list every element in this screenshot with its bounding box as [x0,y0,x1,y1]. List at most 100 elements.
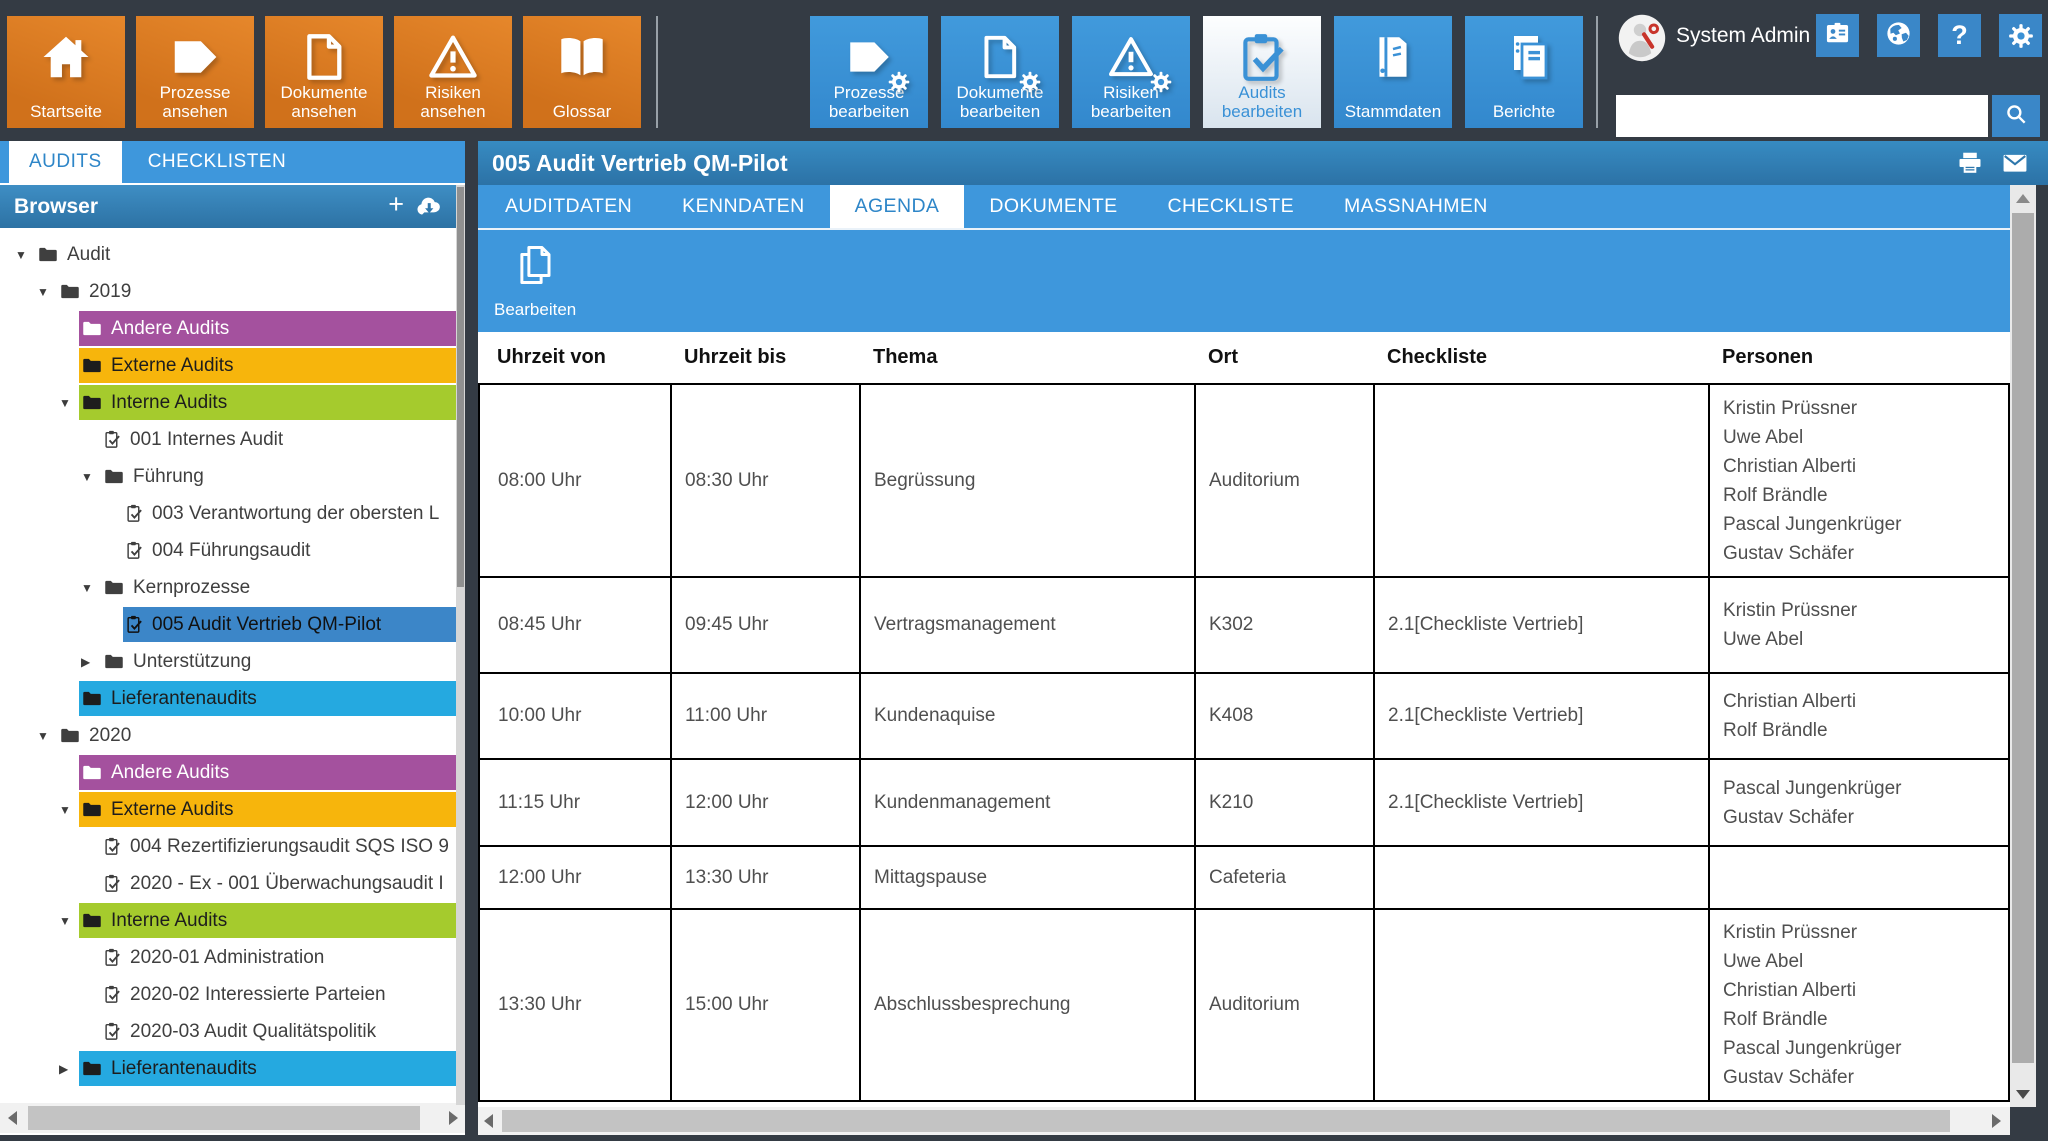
chevron-right-icon[interactable]: ▶ [81,643,101,680]
tree-item[interactable]: 003 Verantwortung der obersten L [0,495,465,532]
scroll-thumb[interactable] [502,1110,1950,1132]
document-gear-icon [941,25,1059,89]
tab-audits[interactable]: AUDITS [9,141,122,183]
agenda-row[interactable]: 13:30 Uhr15:00 UhrAbschlussbesprechungAu… [479,909,2009,1101]
mail-icon[interactable] [2000,149,2028,177]
cell-thema: Mittagspause [860,846,1195,909]
tree-item[interactable]: ▼Audit [0,236,465,273]
tree-item[interactable]: 2020-03 Audit Qualitätspolitik [0,1013,465,1050]
column-header: Ort [1195,332,1374,384]
tree-item[interactable]: 2020 - Ex - 001 Überwachungsaudit I [0,865,465,902]
tree-item[interactable]: 005 Audit Vertrieb QM-Pilot [0,606,465,643]
tree-item[interactable]: Andere Audits [0,754,465,791]
scroll-down-arrow[interactable] [2010,1081,2036,1107]
help-button[interactable]: ? [1938,14,1981,57]
scroll-thumb[interactable] [457,187,464,587]
tree-item[interactable]: ▼2019 [0,273,465,310]
tile-prozesse-ansehen[interactable]: Prozesse ansehen [136,16,254,128]
cloud-download-icon[interactable] [414,194,444,218]
tree-item[interactable]: ▼Kernprozesse [0,569,465,606]
folder-icon [60,727,80,744]
tree-item[interactable]: ▼Interne Audits [0,384,465,421]
tree-item[interactable]: ▼Führung [0,458,465,495]
folder-icon [82,394,102,411]
tile-stammdaten[interactable]: Stammdaten [1334,16,1452,128]
tab-dokumente[interactable]: DOKUMENTE [964,185,1142,228]
tree-item[interactable]: Externe Audits [0,347,465,384]
tab-massnahmen[interactable]: MASSNAHMEN [1319,185,1513,228]
avatar[interactable] [1618,14,1666,62]
tree-item[interactable]: ▶Lieferantenaudits [0,1050,465,1087]
audit-icon [104,947,121,968]
person-name: Uwe Abel [1723,625,2000,654]
bearbeiten-button[interactable]: Bearbeiten [494,242,576,320]
id-card-button[interactable] [1816,14,1859,57]
cell-uhrzeit-bis: 15:00 Uhr [671,909,860,1101]
tab-auditdaten[interactable]: AUDITDATEN [480,185,657,228]
tree-item[interactable]: 2020-01 Administration [0,939,465,976]
page-title: 005 Audit Vertrieb QM-Pilot [492,150,788,177]
tree-item[interactable]: ▼Externe Audits [0,791,465,828]
tab-kenndaten[interactable]: KENNDATEN [657,185,829,228]
agenda-row[interactable]: 12:00 Uhr13:30 UhrMittagspauseCafeteria [479,846,2009,909]
tree-item[interactable]: 004 Rezertifizierungsaudit SQS ISO 9 [0,828,465,865]
tree-item[interactable]: Lieferantenaudits [0,680,465,717]
scroll-left-arrow[interactable] [2,1103,22,1133]
chevron-down-icon[interactable]: ▼ [37,717,57,754]
agenda-row[interactable]: 11:15 Uhr12:00 UhrKundenmanagementK2102.… [479,759,2009,846]
globe-button[interactable] [1877,14,1920,57]
tile-risiken-ansehen[interactable]: Risiken ansehen [394,16,512,128]
tab-label: CHECKLISTEN [148,151,287,173]
tile-dokumente-ansehen[interactable]: Dokumente ansehen [265,16,383,128]
tree-item[interactable]: ▼2020 [0,717,465,754]
scroll-thumb[interactable] [2012,213,2034,1063]
agenda-row[interactable]: 08:00 Uhr08:30 UhrBegrüssungAuditoriumKr… [479,384,2009,577]
tile-dokumente-bearbeiten[interactable]: Dokumente bearbeiten [941,16,1059,128]
chevron-right-icon[interactable]: ▶ [59,1050,79,1087]
audit-icon [104,836,121,857]
scroll-right-arrow[interactable] [1986,1107,2006,1135]
tile-audits-bearbeiten[interactable]: Audits bearbeiten [1203,16,1321,128]
chevron-down-icon[interactable]: ▼ [59,384,79,421]
tree-item[interactable]: ▼Interne Audits [0,902,465,939]
tree-item-bar: 003 Verantwortung der obersten L [123,496,465,531]
scroll-up-arrow[interactable] [2010,185,2036,211]
tile-startseite[interactable]: Startseite [7,16,125,128]
tree-item[interactable]: 2020-02 Interessierte Parteien [0,976,465,1013]
add-icon[interactable]: + [388,189,404,220]
tree-item-bar: 2019 [57,274,465,309]
cell-uhrzeit-von: 10:00 Uhr [479,673,671,759]
agenda-row[interactable]: 08:45 Uhr09:45 UhrVertragsmanagementK302… [479,577,2009,673]
tab-checklisten[interactable]: CHECKLISTEN [122,141,307,183]
chevron-down-icon[interactable]: ▼ [15,236,35,273]
tree-item[interactable]: 004 Führungsaudit [0,532,465,569]
tree-item-bar: Interne Audits [79,385,465,420]
printer-icon[interactable] [1956,149,1984,177]
chevron-down-icon[interactable]: ▼ [81,569,101,606]
search-input[interactable] [1616,95,1988,137]
scroll-right-arrow[interactable] [443,1103,463,1133]
tile-glossar[interactable]: Glossar [523,16,641,128]
chevron-down-icon[interactable]: ▼ [81,458,101,495]
tile-risiken-bearbeiten[interactable]: Risiken bearbeiten [1072,16,1190,128]
arrow-spacer [59,310,79,347]
chevron-down-icon[interactable]: ▼ [59,791,79,828]
tree-item-bar: 2020 [57,718,465,753]
tree-item[interactable]: Andere Audits [0,310,465,347]
panel-edge [2036,185,2048,1107]
search-button[interactable] [1992,95,2040,137]
tree-item-bar: 2020-01 Administration [101,940,465,975]
tile-berichte[interactable]: Berichte [1465,16,1583,128]
tile-prozesse-bearbeiten[interactable]: Prozesse bearbeiten [810,16,928,128]
tab-agenda[interactable]: AGENDA [830,185,965,228]
tree-item[interactable]: 001 Internes Audit [0,421,465,458]
chevron-down-icon[interactable]: ▼ [59,902,79,939]
agenda-row[interactable]: 10:00 Uhr11:00 UhrKundenaquiseK4082.1[Ch… [479,673,2009,759]
tree-item-label: Lieferantenaudits [111,688,257,710]
scroll-thumb[interactable] [28,1106,420,1130]
tab-checkliste[interactable]: CHECKLISTE [1143,185,1319,228]
settings-button[interactable] [1999,14,2042,57]
tree-item[interactable]: ▶Unterstützung [0,643,465,680]
chevron-down-icon[interactable]: ▼ [37,273,57,310]
scroll-left-arrow[interactable] [478,1107,498,1135]
